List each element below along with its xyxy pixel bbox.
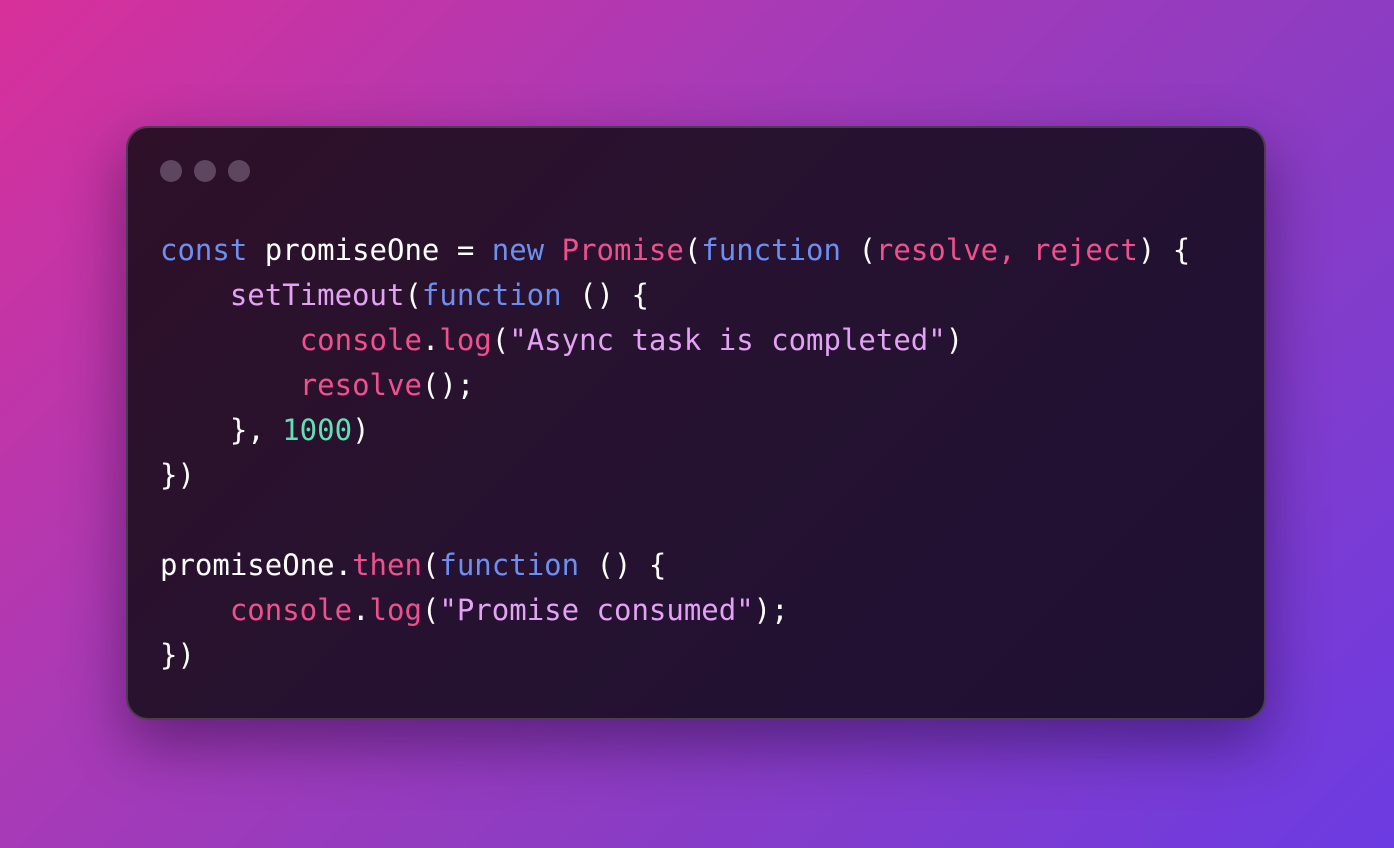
code-line-2: setTimeout(function () { bbox=[160, 273, 1190, 318]
token-keyword: const bbox=[160, 233, 248, 267]
token-text: ( bbox=[840, 233, 876, 267]
code-block: const promiseOne = new Promise(function … bbox=[160, 228, 1190, 678]
token-parameter: resolve, reject bbox=[875, 233, 1138, 267]
token-text: promiseOne bbox=[160, 548, 335, 582]
token-text: promiseOne = bbox=[247, 233, 492, 267]
token-text: ); bbox=[753, 593, 789, 627]
token-text: }, bbox=[160, 413, 283, 447]
code-line-1: const promiseOne = new Promise(function … bbox=[160, 228, 1190, 273]
code-line-10: }) bbox=[160, 633, 1190, 678]
token-class: Promise bbox=[561, 233, 684, 267]
token-text: }) bbox=[160, 458, 195, 492]
code-line-4: resolve(); bbox=[160, 363, 1190, 408]
token-object: console bbox=[229, 593, 353, 627]
token-method: log bbox=[439, 323, 492, 357]
token-keyword: function bbox=[701, 233, 841, 267]
token-method: then bbox=[352, 548, 422, 582]
token-text: ) { bbox=[1137, 233, 1191, 267]
code-window: const promiseOne = new Promise(function … bbox=[126, 126, 1266, 720]
token-text: ) bbox=[945, 323, 964, 357]
token-keyword: function bbox=[421, 278, 562, 312]
token-keyword: new bbox=[491, 233, 545, 267]
token-text: ( bbox=[421, 548, 440, 582]
window-dot-3 bbox=[228, 160, 250, 182]
window-dot-2 bbox=[194, 160, 216, 182]
token-text: ( bbox=[683, 233, 702, 267]
token-text: . bbox=[352, 593, 370, 627]
window-dot-1 bbox=[160, 160, 182, 182]
token-text: (); bbox=[421, 368, 475, 402]
code-line-9: console.log("Promise consumed"); bbox=[160, 588, 1190, 633]
token-text: }) bbox=[160, 638, 195, 672]
token-function-call: resolve bbox=[299, 368, 422, 402]
token-object: console bbox=[299, 323, 422, 357]
token-text: . bbox=[421, 323, 440, 357]
token-text: ( bbox=[404, 278, 422, 312]
token-method: log bbox=[369, 593, 422, 627]
token-string: "Promise consumed" bbox=[439, 593, 754, 627]
token-string: "Async task is completed" bbox=[509, 323, 946, 357]
token-number: 1000 bbox=[282, 413, 353, 447]
token-text: () { bbox=[561, 278, 649, 312]
code-line-3: console.log("Async task is completed") bbox=[160, 318, 1190, 363]
code-line-5: }, 1000) bbox=[160, 408, 1190, 453]
token-function: setTimeout bbox=[229, 278, 405, 312]
token-text: . bbox=[334, 548, 353, 582]
token-text: () { bbox=[579, 548, 667, 582]
code-line-8: promiseOne.then(function () { bbox=[160, 543, 1190, 588]
window-controls bbox=[160, 160, 250, 182]
token-text: ( bbox=[491, 323, 510, 357]
token-text: ( bbox=[421, 593, 440, 627]
token-keyword: function bbox=[439, 548, 580, 582]
token-text: ) bbox=[352, 413, 370, 447]
code-line-6: }) bbox=[160, 453, 1190, 498]
